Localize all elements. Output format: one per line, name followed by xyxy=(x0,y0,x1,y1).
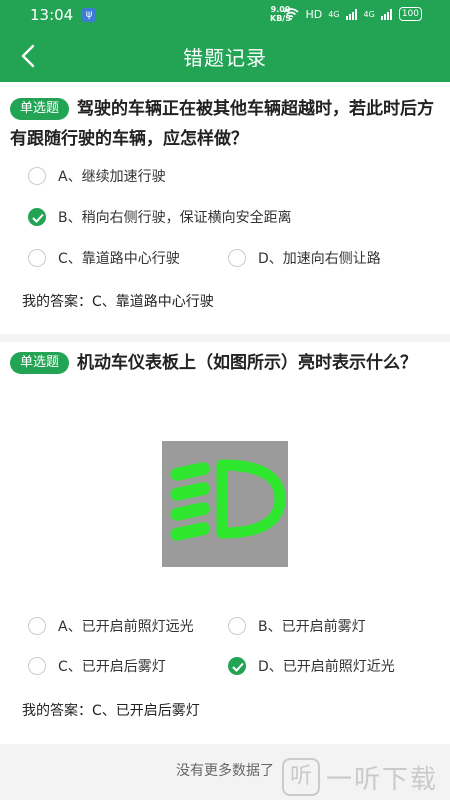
watermark-logo-icon: 听 xyxy=(281,758,320,796)
hd-indicator: HD xyxy=(305,7,323,21)
option-a[interactable]: A、已开启前照灯远光 xyxy=(28,616,194,636)
radio-empty-icon[interactable] xyxy=(28,249,46,267)
question-stem: 驾驶的车辆正在被其他车辆超越时，若此时后方有跟随行驶的车辆，应怎样做？ xyxy=(10,99,435,149)
option-label: C、靠道路中心行驶 xyxy=(58,251,180,267)
question-card-1: 单选题 驾驶的车辆正在被其他车辆超越时，若此时后方有跟随行驶的车辆，应怎样做？ A… xyxy=(0,82,450,334)
option-b[interactable]: B、已开启前雾灯 xyxy=(228,616,366,636)
option-a[interactable]: A、继续加速行驶 xyxy=(28,166,166,186)
question-type-badge: 单选题 xyxy=(10,352,70,374)
radio-empty-icon[interactable] xyxy=(228,249,246,267)
sim2-indicator: 4G xyxy=(364,10,375,19)
page-title: 错题记录 xyxy=(183,46,267,70)
question-text-2: 单选题 机动车仪表板上（如图所示）亮时表示什么？ xyxy=(10,348,440,378)
low-beam-headlight-icon xyxy=(170,459,286,541)
wifi-icon xyxy=(283,8,299,20)
check-circle-icon[interactable] xyxy=(28,208,46,226)
headlight-indicator-image xyxy=(162,441,288,567)
radio-empty-icon[interactable] xyxy=(28,617,46,635)
question-text-1: 单选题 驾驶的车辆正在被其他车辆超越时，若此时后方有跟随行驶的车辆，应怎样做？ xyxy=(10,94,440,154)
option-label: D、加速向右侧让路 xyxy=(258,251,381,267)
radio-empty-icon[interactable] xyxy=(28,657,46,675)
option-d[interactable]: D、已开启前照灯近光 xyxy=(228,656,395,676)
option-c[interactable]: C、靠道路中心行驶 xyxy=(28,248,180,268)
my-answer-label: 我的答案： xyxy=(22,703,92,719)
status-bar: 13:04 ψ 9.00 KB/S HD 4G 4G 100 xyxy=(0,0,450,30)
question-stem: 机动车仪表板上（如图所示）亮时表示什么？ xyxy=(77,353,418,373)
radio-empty-icon[interactable] xyxy=(228,617,246,635)
sim1-indicator: 4G xyxy=(328,10,339,19)
status-time: 13:04 xyxy=(30,6,74,24)
sim1-label: 4G xyxy=(328,9,340,19)
option-d[interactable]: D、加速向右侧让路 xyxy=(228,248,381,268)
option-label: B、稍向右侧行驶，保证横向安全距离 xyxy=(58,210,292,226)
my-answer-value: C、靠道路中心行驶 xyxy=(92,294,214,310)
my-answer: 我的答案：C、已开启后雾灯 xyxy=(22,700,200,720)
option-label: C、已开启后雾灯 xyxy=(58,659,166,675)
check-circle-icon[interactable] xyxy=(228,657,246,675)
question-type-badge: 单选题 xyxy=(10,98,70,120)
usb-icon: ψ xyxy=(82,8,96,22)
option-b[interactable]: B、稍向右侧行驶，保证横向安全距离 xyxy=(28,207,292,227)
battery-icon: 100 xyxy=(398,7,422,21)
signal-icon-2 xyxy=(380,8,392,20)
option-c[interactable]: C、已开启后雾灯 xyxy=(28,656,166,676)
option-label: A、继续加速行驶 xyxy=(58,169,166,185)
question-card-2: 单选题 机动车仪表板上（如图所示）亮时表示什么？ A、已开启前照灯远光 B、已开启… xyxy=(0,342,450,744)
status-right: HD 4G 4G 100 xyxy=(283,7,422,21)
my-answer-value: C、已开启后雾灯 xyxy=(92,703,200,719)
watermark: 听 一听下载 xyxy=(281,758,438,796)
sim2-label: 4G xyxy=(363,9,375,19)
option-label: D、已开启前照灯近光 xyxy=(258,659,395,675)
watermark-text: 一听下载 xyxy=(325,764,438,795)
app-bar: 错题记录 xyxy=(0,30,450,82)
signal-icon xyxy=(345,8,357,20)
my-answer: 我的答案：C、靠道路中心行驶 xyxy=(22,291,214,311)
option-label: B、已开启前雾灯 xyxy=(258,619,366,635)
radio-empty-icon[interactable] xyxy=(28,167,46,185)
my-answer-label: 我的答案： xyxy=(22,294,92,310)
battery-level: 100 xyxy=(401,9,419,19)
option-label: A、已开启前照灯远光 xyxy=(58,619,194,635)
